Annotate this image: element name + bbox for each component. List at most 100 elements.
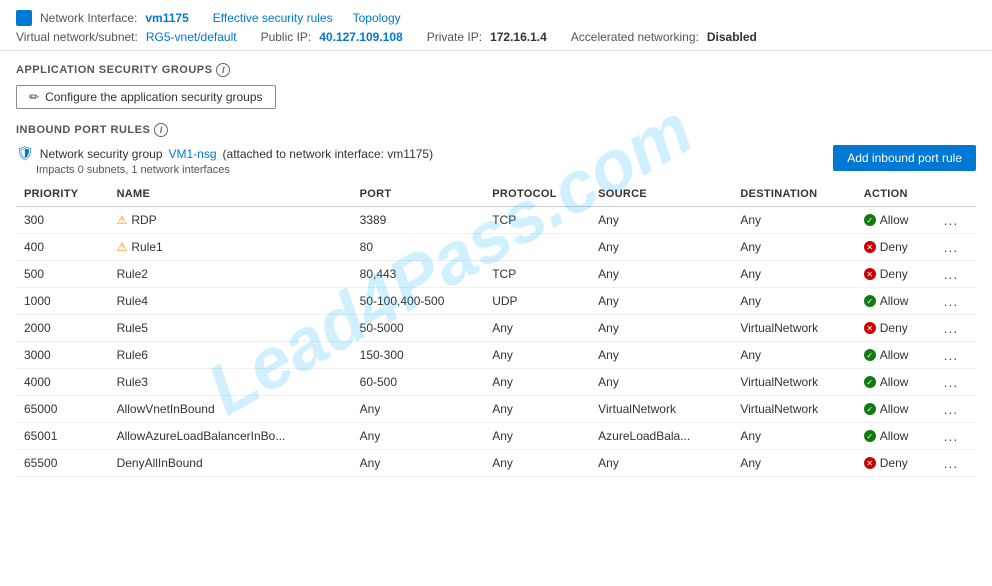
cell-protocol: TCP bbox=[484, 261, 590, 288]
accelerated-networking-label: Accelerated networking: bbox=[571, 30, 699, 44]
nsg-info: 🛡 Network security group VM1-nsg (attach… bbox=[16, 145, 433, 176]
more-options-button[interactable]: ... bbox=[944, 347, 959, 363]
table-row[interactable]: 65001 AllowAzureLoadBalancerInBo... Any … bbox=[16, 423, 976, 450]
cell-more[interactable]: ... bbox=[936, 288, 976, 315]
pencil-icon: ✏ bbox=[29, 90, 39, 104]
cell-name: Rule3 bbox=[109, 369, 352, 396]
more-options-button[interactable]: ... bbox=[944, 212, 959, 228]
network-interface-item: Network Interface: vm1175 bbox=[16, 10, 189, 26]
cell-port: 3389 bbox=[352, 207, 485, 234]
more-options-button[interactable]: ... bbox=[944, 266, 959, 282]
inbound-header: 🛡 Network security group VM1-nsg (attach… bbox=[16, 145, 976, 176]
table-row[interactable]: 65500 DenyAllInBound Any Any Any Any ✕ D… bbox=[16, 450, 976, 477]
more-options-button[interactable]: ... bbox=[944, 455, 959, 471]
table-row[interactable]: 500 Rule2 80,443 TCP Any Any ✕ Deny ... bbox=[16, 261, 976, 288]
table-row[interactable]: 65000 AllowVnetInBound Any Any VirtualNe… bbox=[16, 396, 976, 423]
cell-more[interactable]: ... bbox=[936, 450, 976, 477]
inbound-port-rules-section: INBOUND PORT RULES i 🛡 Network security … bbox=[16, 123, 976, 477]
cell-more[interactable]: ... bbox=[936, 423, 976, 450]
action-text: Allow bbox=[880, 348, 909, 362]
cell-port: 50-5000 bbox=[352, 315, 485, 342]
private-ip-label: Private IP: bbox=[427, 30, 482, 44]
public-ip-item: Public IP: 40.127.109.108 bbox=[261, 30, 403, 44]
asg-info-icon[interactable]: i bbox=[216, 63, 230, 77]
table-body: 300 ⚠RDP 3389 TCP Any Any ✓ Allow ... 40… bbox=[16, 207, 976, 477]
more-options-button[interactable]: ... bbox=[944, 239, 959, 255]
cell-more[interactable]: ... bbox=[936, 396, 976, 423]
cell-source: Any bbox=[590, 342, 732, 369]
cell-protocol: Any bbox=[484, 396, 590, 423]
table-row[interactable]: 300 ⚠RDP 3389 TCP Any Any ✓ Allow ... bbox=[16, 207, 976, 234]
cell-priority: 500 bbox=[16, 261, 109, 288]
cell-source: VirtualNetwork bbox=[590, 396, 732, 423]
private-ip-item: Private IP: 172.16.1.4 bbox=[427, 30, 547, 44]
action-text: Allow bbox=[880, 213, 909, 227]
cell-destination: VirtualNetwork bbox=[732, 315, 855, 342]
inbound-info-icon[interactable]: i bbox=[154, 123, 168, 137]
cell-port: 80,443 bbox=[352, 261, 485, 288]
table-row[interactable]: 4000 Rule3 60-500 Any Any VirtualNetwork… bbox=[16, 369, 976, 396]
table-row[interactable]: 1000 Rule4 50-100,400-500 UDP Any Any ✓ … bbox=[16, 288, 976, 315]
cell-name: ⚠Rule1 bbox=[109, 234, 352, 261]
col-priority: PRIORITY bbox=[16, 182, 109, 207]
allow-icon: ✓ bbox=[864, 295, 876, 307]
allow-icon: ✓ bbox=[864, 349, 876, 361]
effective-security-rules-link[interactable]: Effective security rules bbox=[213, 11, 333, 25]
deny-icon: ✕ bbox=[864, 457, 876, 469]
cell-priority: 2000 bbox=[16, 315, 109, 342]
allow-icon: ✓ bbox=[864, 376, 876, 388]
more-options-button[interactable]: ... bbox=[944, 401, 959, 417]
cell-more[interactable]: ... bbox=[936, 234, 976, 261]
cell-protocol: UDP bbox=[484, 288, 590, 315]
add-inbound-rule-button[interactable]: Add inbound port rule bbox=[833, 145, 976, 171]
cell-more[interactable]: ... bbox=[936, 261, 976, 288]
cell-port: Any bbox=[352, 423, 485, 450]
virtual-network-value[interactable]: RG5-vnet/default bbox=[146, 30, 237, 44]
nsg-name-link[interactable]: VM1-nsg bbox=[169, 147, 217, 161]
configure-asg-button[interactable]: ✏ Configure the application security gro… bbox=[16, 85, 276, 109]
public-ip-value: 40.127.109.108 bbox=[319, 30, 402, 44]
topology-link[interactable]: Topology bbox=[353, 11, 401, 25]
col-name: NAME bbox=[109, 182, 352, 207]
cell-protocol: Any bbox=[484, 450, 590, 477]
more-options-button[interactable]: ... bbox=[944, 320, 959, 336]
cell-source: Any bbox=[590, 261, 732, 288]
more-options-button[interactable]: ... bbox=[944, 428, 959, 444]
cell-name: Rule4 bbox=[109, 288, 352, 315]
cell-port: 60-500 bbox=[352, 369, 485, 396]
action-text: Deny bbox=[880, 267, 908, 281]
cell-name: Rule6 bbox=[109, 342, 352, 369]
inbound-rules-table: PRIORITY NAME PORT PROTOCOL SOURCE DESTI… bbox=[16, 182, 976, 477]
more-options-button[interactable]: ... bbox=[944, 374, 959, 390]
cell-name: ⚠RDP bbox=[109, 207, 352, 234]
cell-protocol bbox=[484, 234, 590, 261]
shield-icon: 🛡 bbox=[16, 145, 34, 162]
col-destination: DESTINATION bbox=[732, 182, 855, 207]
cell-priority: 3000 bbox=[16, 342, 109, 369]
cell-source: Any bbox=[590, 315, 732, 342]
allow-icon: ✓ bbox=[864, 403, 876, 415]
more-options-button[interactable]: ... bbox=[944, 293, 959, 309]
inbound-section-title: INBOUND PORT RULES i bbox=[16, 123, 976, 137]
cell-action: ✓ Allow bbox=[856, 369, 936, 396]
cell-more[interactable]: ... bbox=[936, 315, 976, 342]
deny-icon: ✕ bbox=[864, 322, 876, 334]
cell-source: Any bbox=[590, 450, 732, 477]
cell-more[interactable]: ... bbox=[936, 369, 976, 396]
cell-more[interactable]: ... bbox=[936, 207, 976, 234]
col-action: ACTION bbox=[856, 182, 936, 207]
cell-more[interactable]: ... bbox=[936, 342, 976, 369]
table-row[interactable]: 2000 Rule5 50-5000 Any Any VirtualNetwor… bbox=[16, 315, 976, 342]
cell-destination: Any bbox=[732, 342, 855, 369]
table-row[interactable]: 400 ⚠Rule1 80 Any Any ✕ Deny ... bbox=[16, 234, 976, 261]
network-interface-label: Network Interface: bbox=[40, 11, 137, 25]
cell-name: Rule5 bbox=[109, 315, 352, 342]
cell-source: Any bbox=[590, 369, 732, 396]
cell-protocol: Any bbox=[484, 423, 590, 450]
cell-protocol: Any bbox=[484, 369, 590, 396]
deny-icon: ✕ bbox=[864, 268, 876, 280]
cell-port: Any bbox=[352, 450, 485, 477]
table-row[interactable]: 3000 Rule6 150-300 Any Any Any ✓ Allow .… bbox=[16, 342, 976, 369]
cell-priority: 65000 bbox=[16, 396, 109, 423]
action-text: Allow bbox=[880, 402, 909, 416]
